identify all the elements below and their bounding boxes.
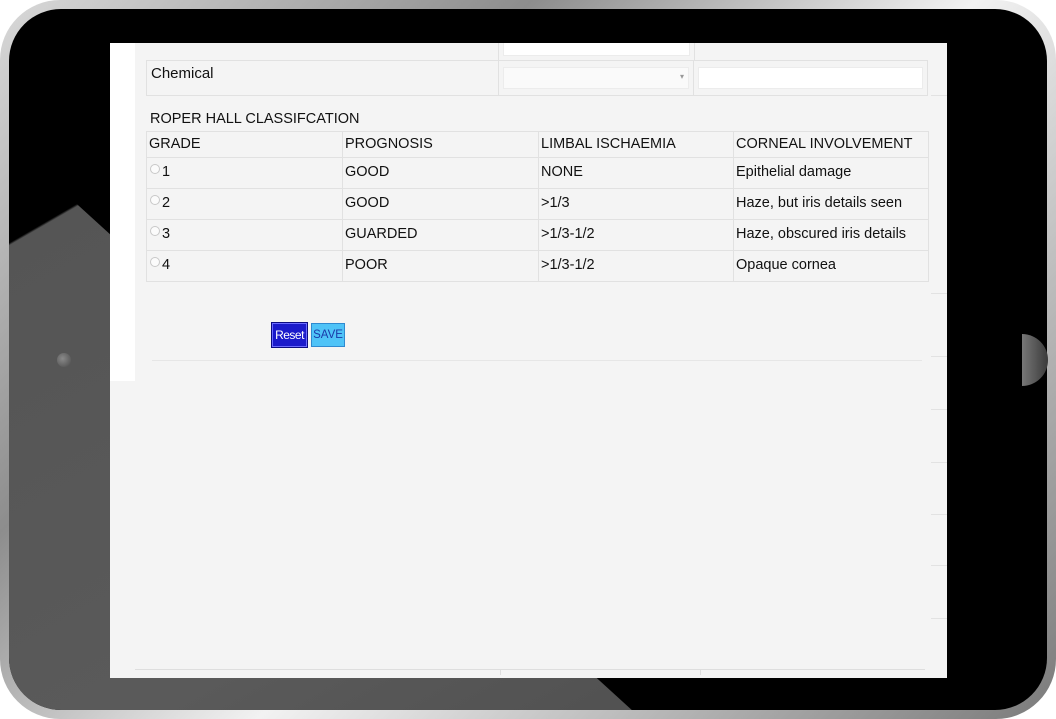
screen: Chemical ▾ ROPER HALL CLASSIFCATION GRAD… <box>110 43 947 678</box>
corneal-cell: Epithelial damage <box>733 157 929 189</box>
grade-value: 2 <box>162 195 171 211</box>
header-limbal-ischaemia: LIMBAL ISCHAEMIA <box>538 131 734 158</box>
prognosis-cell: GOOD <box>342 188 539 220</box>
camera-icon <box>57 353 71 367</box>
grade-radio[interactable] <box>150 164 160 174</box>
corneal-cell: Haze, but iris details seen <box>733 188 929 220</box>
limbal-cell: NONE <box>538 157 734 189</box>
limbal-cell: >1/3-1/2 <box>538 250 734 282</box>
chemical-text-input[interactable] <box>698 67 923 89</box>
roper-hall-table: GRADE PROGNOSIS LIMBAL ISCHAEMIA CORNEAL… <box>146 131 929 282</box>
form-panel: Chemical ▾ ROPER HALL CLASSIFCATION GRAD… <box>135 43 947 381</box>
grade-value: 1 <box>162 164 171 180</box>
chemical-label: Chemical <box>147 61 499 95</box>
corneal-cell: Opaque cornea <box>733 250 929 282</box>
previous-select[interactable] <box>503 43 690 56</box>
prognosis-cell: GUARDED <box>342 219 539 251</box>
limbal-cell: >1/3-1/2 <box>538 219 734 251</box>
roper-hall-title: ROPER HALL CLASSIFCATION <box>150 111 360 127</box>
previous-row-partial <box>146 43 928 60</box>
table-row: 3 GUARDED >1/3-1/2 Haze, obscured iris d… <box>146 219 929 251</box>
prognosis-cell: POOR <box>342 250 539 282</box>
grade-cell: 4 <box>146 250 343 282</box>
grade-value: 3 <box>162 226 171 242</box>
grade-cell: 3 <box>146 219 343 251</box>
chemical-select[interactable]: ▾ <box>503 67 689 89</box>
grade-radio[interactable] <box>150 195 160 205</box>
table-row: 4 POOR >1/3-1/2 Opaque cornea <box>146 250 929 282</box>
table-row: 1 GOOD NONE Epithelial damage <box>146 157 929 189</box>
chemical-row: Chemical ▾ <box>146 60 928 96</box>
header-prognosis: PROGNOSIS <box>342 131 539 158</box>
grade-value: 4 <box>162 257 171 273</box>
header-grade: GRADE <box>146 131 343 158</box>
left-margin <box>110 43 135 381</box>
tablet-frame: Chemical ▾ ROPER HALL CLASSIFCATION GRAD… <box>0 0 1056 719</box>
scroll-track <box>931 43 947 678</box>
table-header-row: GRADE PROGNOSIS LIMBAL ISCHAEMIA CORNEAL… <box>146 131 929 158</box>
chevron-down-icon: ▾ <box>679 72 684 81</box>
grade-radio[interactable] <box>150 226 160 236</box>
reset-button[interactable]: Reset <box>272 323 307 347</box>
grade-cell: 1 <box>146 157 343 189</box>
limbal-cell: >1/3 <box>538 188 734 220</box>
save-button[interactable]: SAVE <box>311 323 345 347</box>
grade-cell: 2 <box>146 188 343 220</box>
corneal-cell: Haze, obscured iris details <box>733 219 929 251</box>
bottom-divider <box>135 669 925 670</box>
divider <box>152 360 922 361</box>
grade-radio[interactable] <box>150 257 160 267</box>
prognosis-cell: GOOD <box>342 157 539 189</box>
header-corneal-involvement: CORNEAL INVOLVEMENT <box>733 131 929 158</box>
table-row: 2 GOOD >1/3 Haze, but iris details seen <box>146 188 929 220</box>
